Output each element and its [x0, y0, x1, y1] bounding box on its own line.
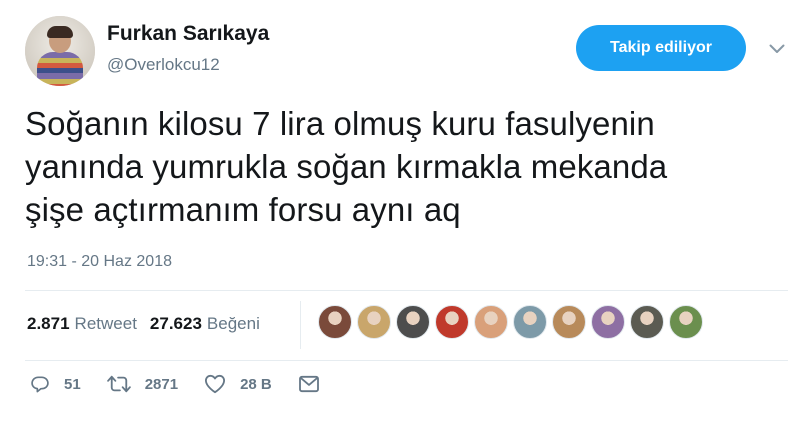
liker-avatar-10[interactable] — [669, 305, 703, 339]
like-count[interactable]: 27.623 — [150, 314, 202, 334]
tweet-actions: 51 2871 28 B — [30, 374, 346, 394]
user-name[interactable]: Furkan Sarıkaya — [107, 22, 269, 46]
retweet-count[interactable]: 2.871 — [27, 314, 70, 334]
like-button[interactable]: 28 B — [204, 374, 272, 394]
avatar[interactable] — [25, 16, 95, 86]
tweet-text-line: yanında yumrukla soğan kırmakla mekanda — [25, 148, 668, 185]
retweet-label[interactable]: Retweet — [75, 314, 137, 334]
like-label[interactable]: Beğeni — [207, 314, 260, 334]
tweet-text-line: Soğanın kilosu 7 lira olmuş kuru fasulye… — [25, 105, 655, 142]
user-handle[interactable]: @Overlokcu12 — [107, 55, 220, 75]
liker-avatar-1[interactable] — [318, 305, 352, 339]
divider — [300, 301, 301, 349]
reply-icon — [30, 374, 50, 394]
liker-avatar-2[interactable] — [357, 305, 391, 339]
timestamp[interactable]: 19:31 - 20 Haz 2018 — [27, 253, 172, 271]
liker-avatar-4[interactable] — [435, 305, 469, 339]
retweet-action-count: 2871 — [144, 375, 179, 393]
liker-avatar-7[interactable] — [552, 305, 586, 339]
tweet-stats: 2.871 Retweet 27.623 Beğeni — [27, 314, 260, 334]
tweet-text: Soğanın kilosu 7 lira olmuş kuru fasulye… — [25, 102, 785, 231]
reply-count: 51 — [64, 375, 81, 393]
liker-avatar-6[interactable] — [513, 305, 547, 339]
like-action-count: 28 B — [240, 375, 272, 393]
tweet-text-line: şişe açtırmanım forsu aynı aq — [25, 191, 461, 228]
heart-icon — [204, 374, 226, 394]
likers-list — [318, 305, 708, 339]
mail-icon — [298, 375, 320, 393]
tweet-card: Furkan Sarıkaya @Overlokcu12 Takip edili… — [0, 0, 800, 431]
chevron-down-icon[interactable] — [766, 38, 788, 60]
direct-message-button[interactable] — [298, 375, 320, 393]
liker-avatar-8[interactable] — [591, 305, 625, 339]
divider — [25, 290, 788, 291]
retweet-icon — [106, 374, 131, 394]
following-button[interactable]: Takip ediliyor — [576, 25, 746, 71]
divider — [25, 360, 788, 361]
liker-avatar-9[interactable] — [630, 305, 664, 339]
liker-avatar-5[interactable] — [474, 305, 508, 339]
liker-avatar-3[interactable] — [396, 305, 430, 339]
reply-button[interactable]: 51 — [30, 374, 81, 394]
retweet-button[interactable]: 2871 — [106, 374, 179, 394]
